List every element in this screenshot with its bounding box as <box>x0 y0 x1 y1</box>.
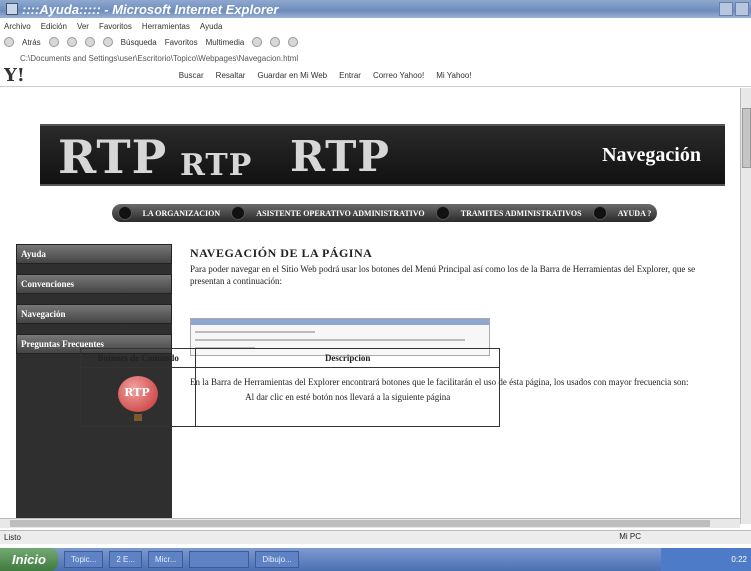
nav-dot <box>117 206 132 220</box>
ie-icon <box>6 3 18 15</box>
horizontal-scrollbar[interactable] <box>0 518 740 528</box>
rtp-logo: RTP <box>180 148 253 183</box>
start-button[interactable]: Inicio <box>0 548 58 571</box>
sidebar-item-ayuda[interactable]: Ayuda <box>16 244 172 264</box>
clock: 0:22 <box>731 555 747 564</box>
window-title: ::::Ayuda::::: - Microsoft Internet Expl… <box>22 1 279 17</box>
security-zone: Mi PC <box>619 532 641 541</box>
taskbar-item-active[interactable] <box>189 551 250 568</box>
back-icon[interactable] <box>4 37 14 47</box>
taskbar-item[interactable]: Topic... <box>64 551 104 568</box>
web-page: RTP RTP RTP Navegación LA ORGANIZACION A… <box>0 88 740 524</box>
rtp-logo: RTP <box>290 132 391 181</box>
main-nav: LA ORGANIZACION ASISTENTE OPERATIVO ADMI… <box>112 204 657 222</box>
main-content: NAVEGACIÓN DE LA PÁGINA Para poder naveg… <box>190 246 708 387</box>
refresh-icon[interactable] <box>84 37 95 47</box>
address-bar[interactable]: C:\Documents and Settings\user\Escritori… <box>0 51 751 65</box>
section-title: Navegación <box>602 144 701 166</box>
home-icon[interactable] <box>102 37 113 47</box>
menu-archivo[interactable]: Archivo <box>4 22 31 31</box>
table-header: Descripcion <box>195 348 500 368</box>
command-buttons-table: Botones de Comando Descripcion RTP Al da… <box>79 348 500 427</box>
sidebar-item-convenciones[interactable]: Convenciones <box>16 274 172 294</box>
menu-favoritos[interactable]: Favoritos <box>99 22 132 31</box>
system-tray: 0:22 <box>661 548 751 571</box>
rtp-logo: RTP <box>58 130 168 184</box>
menu-bar: Archivo Edición Ver Favoritos Herramient… <box>0 19 751 33</box>
taskbar-item[interactable]: Micr... <box>148 551 184 568</box>
my-yahoo-button[interactable]: Mi Yahoo! <box>436 71 471 80</box>
history-icon[interactable] <box>252 37 263 47</box>
sidebar-item-navegacion[interactable]: Navegación <box>16 304 172 324</box>
nav-item-ayuda[interactable]: AYUDA ? <box>618 209 652 218</box>
yahoo-logo[interactable]: Y! <box>4 65 25 86</box>
nav-item-tramites[interactable]: TRAMITES ADMINISTRATIVOS <box>461 209 582 218</box>
yahoo-mail-button[interactable]: Correo Yahoo! <box>373 71 424 80</box>
menu-ayuda[interactable]: Ayuda <box>200 22 223 31</box>
site-banner: RTP RTP RTP Navegación <box>40 124 725 186</box>
intro-text: Para poder navegar en el Sitio Web podrá… <box>190 264 696 286</box>
rtp-balloon-button[interactable]: RTP <box>118 376 159 422</box>
search-button[interactable]: Búsqueda <box>121 38 157 47</box>
yahoo-highlight-button[interactable]: Resaltar <box>216 71 246 80</box>
yahoo-save-button[interactable]: Guardar en Mi Web <box>257 71 327 80</box>
yahoo-toolbar: Y! Buscar Resaltar Guardar en Mi Web Ent… <box>0 65 751 87</box>
yahoo-enter-button[interactable]: Entrar <box>339 71 361 80</box>
balloon-label: RTP <box>124 386 150 399</box>
yahoo-search-button[interactable]: Buscar <box>179 71 204 80</box>
stop-icon[interactable] <box>66 37 77 47</box>
standard-toolbar: Atrás Búsqueda Favoritos Multimedia <box>0 34 751 50</box>
multimedia-button[interactable]: Multimedia <box>206 38 245 47</box>
print-icon[interactable] <box>288 37 299 47</box>
menu-edicion[interactable]: Edición <box>41 22 67 31</box>
mail-icon[interactable] <box>270 37 281 47</box>
nav-item-asistente[interactable]: ASISTENTE OPERATIVO ADMINISTRATIVO <box>256 209 424 218</box>
taskbar-item[interactable]: 2 E... <box>109 551 143 568</box>
page-heading: NAVEGACIÓN DE LA PÁGINA <box>190 246 373 260</box>
vertical-scrollbar[interactable] <box>740 88 751 524</box>
nav-item-organizacion[interactable]: LA ORGANIZACION <box>143 209 221 218</box>
maximize-button[interactable] <box>735 2 749 16</box>
address-value[interactable]: C:\Documents and Settings\user\Escritori… <box>20 54 298 63</box>
minimize-button[interactable] <box>719 2 733 16</box>
nav-dot <box>231 206 246 220</box>
table-header: Botones de Comando <box>79 348 197 368</box>
taskbar-item[interactable]: Dibujo... <box>255 551 299 568</box>
nav-dot <box>435 206 450 220</box>
favorites-button[interactable]: Favoritos <box>165 38 198 47</box>
taskbar: Inicio Topic... 2 E... Micr... Dibujo...… <box>0 548 751 571</box>
forward-icon[interactable] <box>48 37 59 47</box>
nav-dot <box>592 206 607 220</box>
menu-herramientas[interactable]: Herramientas <box>142 22 190 31</box>
back-button[interactable]: Atrás <box>22 38 41 47</box>
table-cell: RTP <box>79 367 197 427</box>
status-bar: Listo Mi PC <box>0 530 751 544</box>
status-text: Listo <box>4 533 21 542</box>
window-controls <box>719 2 749 16</box>
window-titlebar: ::::Ayuda::::: - Microsoft Internet Expl… <box>0 0 751 18</box>
menu-ver[interactable]: Ver <box>77 22 89 31</box>
table-cell: Al dar clic en esté botón nos llevará a … <box>195 367 500 427</box>
